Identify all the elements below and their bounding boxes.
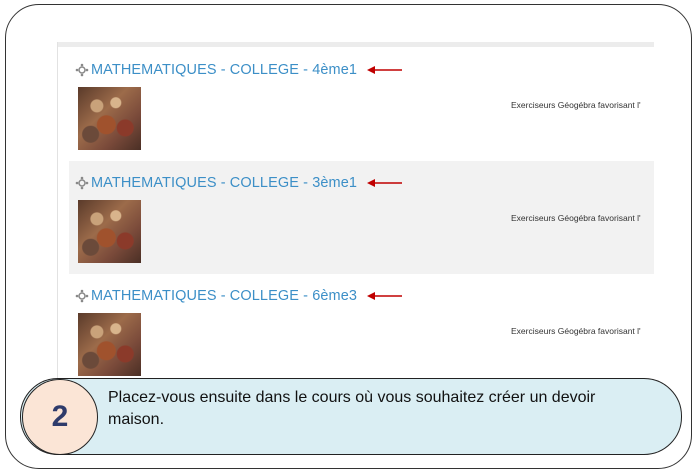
course-gear-icon bbox=[75, 63, 89, 77]
step-number-badge: 2 bbox=[22, 379, 98, 455]
left-border bbox=[57, 42, 58, 382]
red-arrow-icon bbox=[367, 66, 403, 74]
step-number: 2 bbox=[51, 400, 69, 433]
course-image[interactable] bbox=[78, 87, 141, 150]
course-gear-icon bbox=[75, 289, 89, 303]
course-title-row: MATHEMATIQUES - COLLEGE - 6ème3 bbox=[75, 288, 403, 304]
top-bar bbox=[57, 42, 654, 47]
course-link[interactable]: MATHEMATIQUES - COLLEGE - 3ème1 bbox=[91, 175, 357, 191]
course-image[interactable] bbox=[78, 200, 141, 263]
course-list-screenshot: MATHEMATIQUES - COLLEGE - 4ème1 Exercise… bbox=[57, 42, 654, 382]
course-image[interactable] bbox=[78, 313, 141, 376]
course-item: MATHEMATIQUES - COLLEGE - 6ème3 Exercise… bbox=[69, 274, 654, 382]
course-description: Exerciseurs Géogébra favorisant l' bbox=[511, 213, 641, 223]
course-gear-icon bbox=[75, 176, 89, 190]
course-item: MATHEMATIQUES - COLLEGE - 3ème1 Exercise… bbox=[69, 161, 654, 274]
course-description: Exerciseurs Géogébra favorisant l' bbox=[511, 326, 641, 336]
red-arrow-icon bbox=[367, 179, 403, 187]
red-arrow-icon bbox=[367, 292, 403, 300]
course-item: MATHEMATIQUES - COLLEGE - 4ème1 Exercise… bbox=[69, 48, 654, 161]
course-link[interactable]: MATHEMATIQUES - COLLEGE - 4ème1 bbox=[91, 62, 357, 78]
course-title-row: MATHEMATIQUES - COLLEGE - 3ème1 bbox=[75, 175, 403, 191]
course-title-row: MATHEMATIQUES - COLLEGE - 4ème1 bbox=[75, 62, 403, 78]
instruction-text: Placez-vous ensuite dans le cours où vou… bbox=[108, 389, 596, 428]
course-link[interactable]: MATHEMATIQUES - COLLEGE - 6ème3 bbox=[91, 288, 357, 304]
course-description: Exerciseurs Géogébra favorisant l' bbox=[511, 100, 641, 110]
